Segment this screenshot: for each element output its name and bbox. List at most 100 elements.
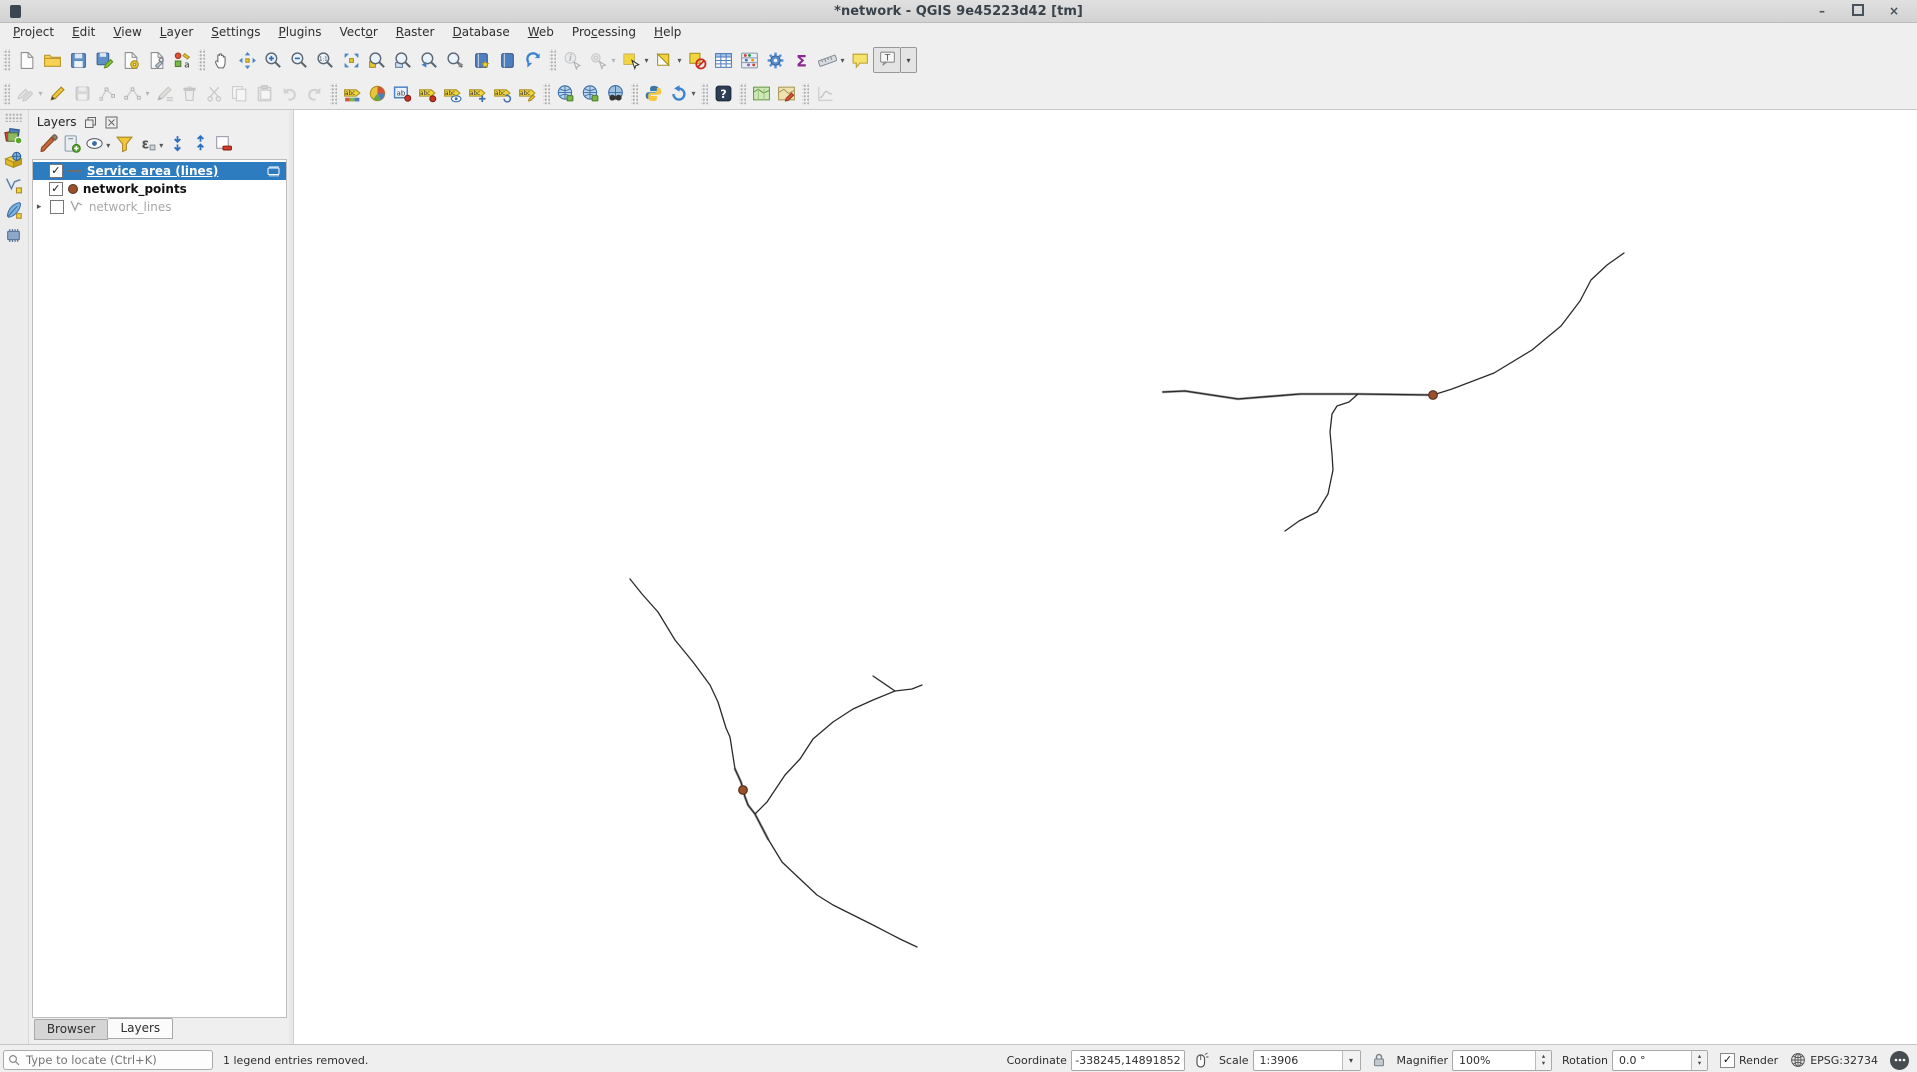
toolbar-drag-handle[interactable] xyxy=(330,83,337,105)
filter-legend-by-expression-button[interactable]: ε xyxy=(136,134,159,156)
toolbar-drag-handle[interactable] xyxy=(3,83,10,105)
refresh-map-button[interactable] xyxy=(520,47,546,73)
new-spatialite-layer-button[interactable] xyxy=(3,201,25,223)
measure-line-button[interactable] xyxy=(814,47,840,73)
menu-layer[interactable]: Layer xyxy=(151,23,202,42)
add-feature-button[interactable] xyxy=(95,81,120,106)
toolbar-drag-handle[interactable] xyxy=(543,83,550,105)
layer-visibility-checkbox[interactable]: ✓ xyxy=(49,182,63,196)
toolbar-drag-handle[interactable] xyxy=(631,83,638,105)
toggle-extents-mouse-icon[interactable] xyxy=(1192,1052,1209,1069)
copy-features-button[interactable] xyxy=(227,81,252,106)
float-panel-button[interactable] xyxy=(83,115,98,130)
menu-view[interactable]: View xyxy=(104,23,150,42)
text-annotation-button[interactable]: T xyxy=(873,47,901,73)
zoom-to-layer-button[interactable] xyxy=(390,47,416,73)
filter-legend-button[interactable] xyxy=(113,134,136,156)
scale-combobox[interactable]: 1:3906 ▾ xyxy=(1253,1050,1361,1071)
undo-button[interactable] xyxy=(277,81,302,106)
menu-processing[interactable]: Processing xyxy=(563,23,645,42)
style-manager-button[interactable]: a xyxy=(169,47,195,73)
cut-features-button[interactable] xyxy=(202,81,227,106)
rotate-label-button[interactable]: abc xyxy=(490,81,515,106)
modify-attributes-of-selected-button[interactable] xyxy=(152,81,177,106)
data-source-manager-button[interactable] xyxy=(3,126,25,148)
map-canvas[interactable] xyxy=(294,110,1917,1044)
change-label-button[interactable]: abc xyxy=(515,81,540,106)
menu-vector[interactable]: Vector xyxy=(331,23,387,42)
plugin-history-button[interactable] xyxy=(666,81,691,106)
rotation-spinbox[interactable]: 0.0 ° ▴▾ xyxy=(1612,1050,1708,1071)
run-feature-action-button[interactable] xyxy=(585,47,611,73)
new-geopackage-layer-button[interactable] xyxy=(3,151,25,173)
new-project-button[interactable] xyxy=(13,47,39,73)
deselect-features-button[interactable] xyxy=(684,47,710,73)
open-layer-styling-button[interactable] xyxy=(37,134,60,156)
metasearch-button[interactable] xyxy=(603,81,628,106)
save-project-button[interactable] xyxy=(65,47,91,73)
vertex-tool-dropdown[interactable]: ▾ xyxy=(143,89,152,98)
close-panel-button[interactable] xyxy=(104,115,119,130)
current-edits-button[interactable] xyxy=(13,81,38,106)
collapse-all-button[interactable] xyxy=(189,134,212,156)
layer-item-service-area[interactable]: ✓ Service area (lines) xyxy=(33,162,286,180)
layer-labeling-options-button[interactable]: abc xyxy=(340,81,365,106)
map-edit-plugin-button[interactable] xyxy=(774,81,799,106)
layer-visibility-checkbox[interactable] xyxy=(50,200,64,214)
layer-diagram-options-button[interactable] xyxy=(365,81,390,106)
text-annotation-dropdown[interactable]: ▾ xyxy=(901,47,917,73)
magnifier-spinbox[interactable]: 100% ▴▾ xyxy=(1452,1050,1552,1071)
toggle-editing-button[interactable] xyxy=(45,81,70,106)
add-group-button[interactable] xyxy=(60,134,83,156)
open-project-button[interactable] xyxy=(39,47,65,73)
lock-scale-icon[interactable] xyxy=(1371,1052,1387,1068)
new-print-layout-button[interactable] xyxy=(117,47,143,73)
new-shapefile-layer-button[interactable] xyxy=(3,176,25,198)
web-service-1-button[interactable] xyxy=(553,81,578,106)
processing-toolbox-button[interactable] xyxy=(762,47,788,73)
python-console-button[interactable] xyxy=(641,81,666,106)
profile-plot-button[interactable] xyxy=(812,81,837,106)
close-button[interactable]: × xyxy=(1887,4,1901,19)
show-spatial-bookmarks-button[interactable] xyxy=(494,47,520,73)
toolbar-drag-handle[interactable] xyxy=(739,83,746,105)
zoom-out-button[interactable] xyxy=(286,47,312,73)
tab-browser[interactable]: Browser xyxy=(34,1019,109,1040)
toolbar-drag-handle[interactable] xyxy=(549,49,556,71)
layer-item-network-lines[interactable]: ▸ network_lines xyxy=(33,198,286,216)
select-features-button[interactable] xyxy=(618,47,644,73)
toolbar-drag-handle[interactable] xyxy=(701,83,708,105)
menu-raster[interactable]: Raster xyxy=(387,23,444,42)
locate-input[interactable] xyxy=(24,1052,198,1068)
map-tiles-plugin-button[interactable] xyxy=(749,81,774,106)
run-feature-action-dropdown[interactable]: ▾ xyxy=(609,56,618,65)
manage-map-themes-dropdown[interactable]: ▾ xyxy=(104,141,113,150)
render-checkbox[interactable]: ✓ xyxy=(1720,1053,1735,1068)
toolbar-drag-handle[interactable] xyxy=(5,113,23,122)
menu-database[interactable]: Database xyxy=(443,23,518,42)
menu-project[interactable]: Project xyxy=(4,23,63,42)
tab-layers[interactable]: Layers xyxy=(108,1018,173,1039)
crs-globe-icon[interactable] xyxy=(1790,1052,1806,1068)
remove-layer-group-button[interactable] xyxy=(212,134,235,156)
zoom-full-button[interactable] xyxy=(338,47,364,73)
expand-caret-icon[interactable]: ▸ xyxy=(37,202,45,212)
help-contents-button[interactable]: ? xyxy=(711,81,736,106)
show-hide-labels-button[interactable]: abc xyxy=(440,81,465,106)
spin-down-icon[interactable]: ▾ xyxy=(1698,1060,1701,1067)
pan-map-to-selection-button[interactable] xyxy=(234,47,260,73)
filter-legend-by-expression-dropdown[interactable]: ▾ xyxy=(157,141,166,150)
new-temporary-scratch-layer-button[interactable] xyxy=(3,226,25,248)
save-layer-edits-button[interactable] xyxy=(70,81,95,106)
zoom-to-selection-button[interactable] xyxy=(364,47,390,73)
highlight-pinned-labels-button[interactable]: ab xyxy=(390,81,415,106)
manage-map-themes-button[interactable] xyxy=(83,134,106,156)
toolbar-drag-handle[interactable] xyxy=(3,49,10,71)
menu-edit[interactable]: Edit xyxy=(63,23,104,42)
toolbar-drag-handle[interactable] xyxy=(802,83,809,105)
coordinate-input[interactable]: -338245,14891852 xyxy=(1071,1050,1185,1071)
web-service-2-button[interactable] xyxy=(578,81,603,106)
zoom-next-button[interactable] xyxy=(442,47,468,73)
chevron-down-icon[interactable]: ▾ xyxy=(1342,1051,1360,1070)
zoom-to-native-resolution-button[interactable]: 1:1 xyxy=(312,47,338,73)
